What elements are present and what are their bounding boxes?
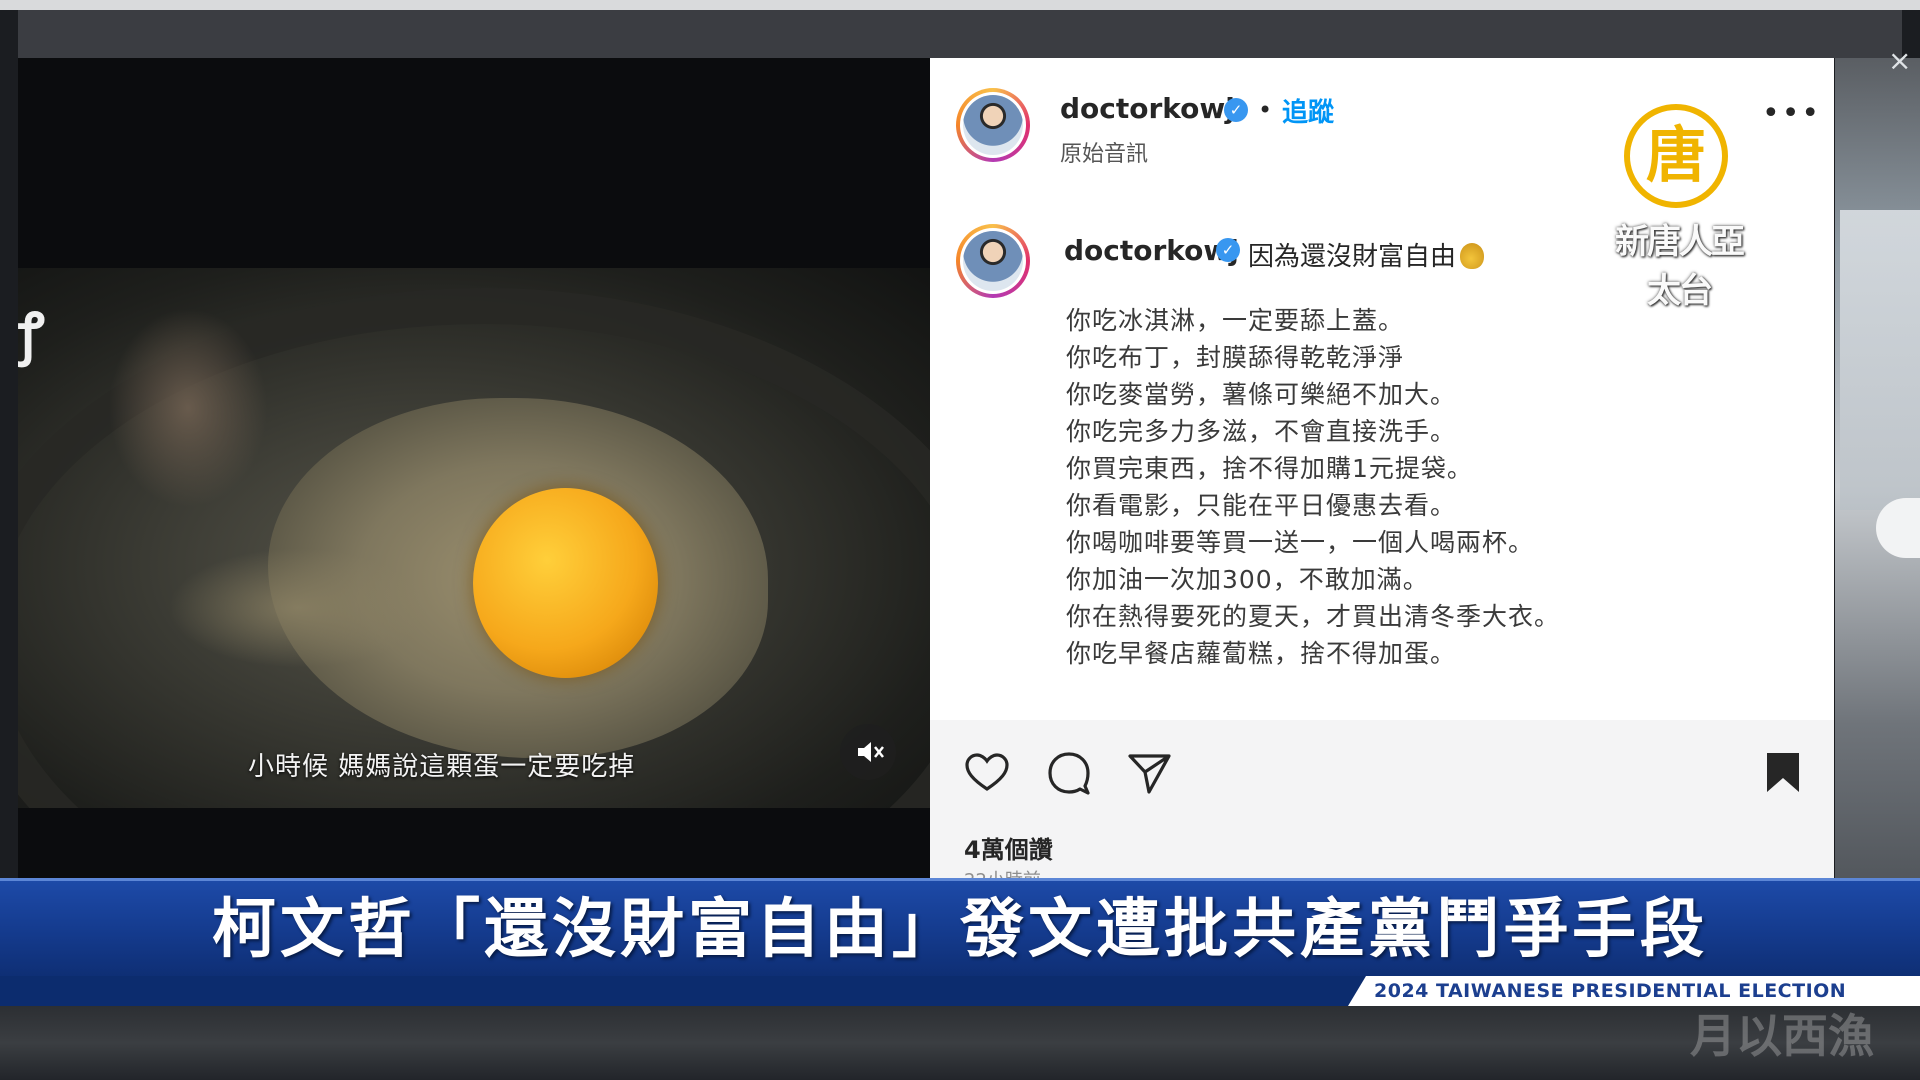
close-icon[interactable]: × xyxy=(1888,44,1911,77)
follow-button[interactable]: 追蹤 xyxy=(1282,92,1334,129)
caption-line: 你在熱得要死的夏天，才買出清冬季大衣。 xyxy=(1066,602,1561,631)
caption-title-text: 因為還沒財富自由 xyxy=(1248,242,1457,272)
egg-yolk xyxy=(473,488,658,678)
lightbox-header-band xyxy=(18,10,1902,58)
caption-line: 你吃布丁，封膜舔得乾乾淨淨 xyxy=(1066,343,1405,372)
money-bag-icon xyxy=(1460,243,1485,269)
egg-white-edge xyxy=(108,308,268,508)
caption-line: 你喝咖啡要等買一送一，一個人喝兩杯。 xyxy=(1066,528,1535,557)
caption-body: 你吃冰淇淋，一定要舔上蓋。 你吃布丁，封膜舔得乾乾淨淨 你吃麥當勞，薯條可樂絕不… xyxy=(1066,302,1560,672)
caption-line: 你買完東西，捨不得加購1元提袋。 xyxy=(1066,454,1473,483)
speaker-muted-icon[interactable] xyxy=(840,724,896,780)
saved-bookmark-icon[interactable] xyxy=(1758,748,1808,798)
caption-line: 你吃早餐店蘿蔔糕，捨不得加蛋。 xyxy=(1066,639,1457,668)
caption-line: 你加油一次加300，不敢加滿。 xyxy=(1066,565,1429,594)
verified-badge-icon: ✓ xyxy=(1216,238,1240,262)
station-logo-emblem: 唐 xyxy=(1624,104,1728,208)
original-audio-link[interactable]: 原始音訊 xyxy=(1060,136,1148,168)
like-heart-icon[interactable] xyxy=(962,748,1012,798)
caption-line: 你看電影，只能在平日優惠去看。 xyxy=(1066,491,1457,520)
headline: 柯文哲「還沒財富自由」發文遭批共產黨鬥爭手段 xyxy=(212,893,1708,967)
verified-badge-icon: ✓ xyxy=(1224,98,1248,122)
video-logo: ꝭ xyxy=(18,302,44,367)
caption-line: 你吃完多力多滋，不會直接洗手。 xyxy=(1066,417,1457,446)
video-player[interactable]: ꝭ 小時候 媽媽說這顆蛋一定要吃掉 xyxy=(18,268,930,808)
caption-username[interactable]: doctorkowj xyxy=(1064,234,1239,267)
caption-line: 你吃冰淇淋，一定要舔上蓋。 xyxy=(1066,306,1405,335)
author-username[interactable]: doctorkowj xyxy=(1060,92,1235,125)
bottom-strip xyxy=(0,1006,1920,1080)
station-logo: 唐 新唐人亞太台 xyxy=(1614,104,1745,311)
egg-white-lace xyxy=(168,548,428,668)
background-window xyxy=(1840,210,1920,510)
top-bar xyxy=(0,0,1920,10)
separator-dot: • xyxy=(1258,96,1273,124)
speaker-muted-svg xyxy=(858,742,884,762)
background-ghost-text: 月以西漁 xyxy=(1690,1009,1874,1063)
news-lower-third: 柯文哲「還沒財富自由」發文遭批共產黨鬥爭手段 xyxy=(0,878,1920,979)
caption-title: 因為還沒財富自由 xyxy=(1248,236,1485,273)
author-avatar[interactable] xyxy=(956,88,1030,162)
share-send-icon[interactable] xyxy=(1124,748,1174,798)
caption-avatar[interactable] xyxy=(956,224,1030,298)
caption-line: 你吃麥當勞，薯條可樂絕不加大。 xyxy=(1066,380,1457,409)
more-options-icon[interactable]: ••• xyxy=(1762,99,1821,129)
station-name: 新唐人亞太台 xyxy=(1615,222,1745,311)
comment-icon[interactable] xyxy=(1044,748,1094,798)
video-subtitle: 小時候 媽媽說這顆蛋一定要吃掉 xyxy=(248,752,636,782)
like-count[interactable]: 4萬個讚 xyxy=(964,830,1053,865)
